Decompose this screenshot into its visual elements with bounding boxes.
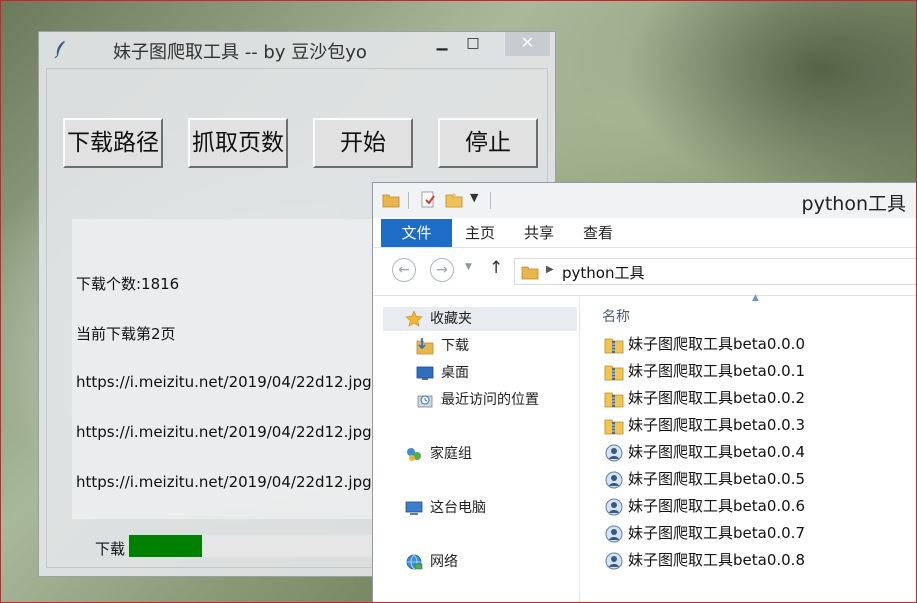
address-bar[interactable]: ▶ python工具 xyxy=(514,258,916,285)
app-icon xyxy=(605,444,623,462)
properties-icon[interactable] xyxy=(419,191,437,209)
downloads-folder-icon xyxy=(416,338,434,355)
fetch-pages-button[interactable]: 抓取页数 xyxy=(188,118,288,168)
folder-zip-icon xyxy=(604,338,624,354)
back-arrow-icon[interactable]: ← xyxy=(392,258,416,282)
tab-file[interactable]: 文件 xyxy=(381,219,452,247)
feather-icon xyxy=(54,41,65,58)
sort-ascending-icon: ▲ xyxy=(752,293,759,303)
app-icon xyxy=(605,498,623,516)
file-name: 妹子图爬取工具beta0.0.2 xyxy=(628,389,805,407)
file-name: 妹子图爬取工具beta0.0.6 xyxy=(628,497,805,515)
ribbon-tabs: 文件 主页 共享 查看 xyxy=(373,219,916,248)
up-arrow-icon[interactable]: ↑ xyxy=(489,258,503,278)
nav-label: 下载 xyxy=(441,338,469,354)
nav-label: 收藏夹 xyxy=(430,311,472,327)
folder-zip-icon xyxy=(604,419,624,435)
customize-toolbar-icon[interactable]: ▼ xyxy=(470,191,478,204)
start-button[interactable]: 开始 xyxy=(313,118,413,168)
app-icon xyxy=(605,471,623,489)
close-button[interactable]: ✕ xyxy=(505,32,550,56)
minimize-button[interactable]: ▁ xyxy=(432,32,452,56)
log-list[interactable]: 下载个数:1816 当前下载第2页 https://i.meizitu.net/… xyxy=(72,219,412,519)
file-name: 妹子图爬取工具beta0.0.7 xyxy=(628,524,805,542)
nav-label: 最近访问的位置 xyxy=(441,392,539,408)
toolbar-divider xyxy=(490,192,491,209)
explorer-titlebar[interactable]: ▼ python工具 xyxy=(373,183,916,218)
nav-label: 桌面 xyxy=(441,365,469,381)
nav-item-favorites[interactable]: 收藏夹 xyxy=(383,307,577,331)
app-icon xyxy=(605,552,623,570)
file-name: 妹子图爬取工具beta0.0.3 xyxy=(628,416,805,434)
computer-icon xyxy=(405,501,423,515)
download-path-button[interactable]: 下载路径 xyxy=(63,118,163,168)
maximize-button[interactable]: □ xyxy=(461,32,485,56)
file-name: 妹子图爬取工具beta0.0.8 xyxy=(628,551,805,569)
tab-home[interactable]: 主页 xyxy=(457,219,503,247)
navigation-pane: 收藏夹 下载 桌面 最近访问的位置 家庭组 这台电脑 网络 xyxy=(373,296,580,602)
star-icon xyxy=(405,310,423,327)
folder-zip-icon xyxy=(604,392,624,408)
explorer-window: ▼ python工具 文件 主页 共享 查看 ← → ▼ ↑ ▶ python工… xyxy=(372,182,917,603)
homegroup-icon xyxy=(407,448,421,461)
nav-label: 网络 xyxy=(430,554,458,570)
address-path[interactable]: python工具 xyxy=(562,262,644,283)
stop-button[interactable]: 停止 xyxy=(438,118,538,168)
download-count-text: 下载个数:1816 xyxy=(76,275,180,293)
desktop-icon xyxy=(416,366,434,380)
crawler-titlebar[interactable]: 妹子图爬取工具 -- by 豆沙包yo ▁ □ ✕ xyxy=(39,32,555,66)
column-header-name[interactable]: 名称 xyxy=(602,306,630,326)
explorer-title: python工具 xyxy=(801,193,906,215)
folder-zip-icon xyxy=(604,365,624,381)
file-name: 妹子图爬取工具beta0.0.1 xyxy=(628,362,805,380)
recent-places-icon xyxy=(417,395,433,408)
file-list: ▲ 名称 妹子图爬取工具beta0.0.0 妹子图爬取工具beta0.0.1 妹子图… xyxy=(580,293,916,602)
progress-label: 下载 xyxy=(95,540,126,558)
toolbar-divider xyxy=(408,192,409,209)
recent-locations-icon[interactable]: ▼ xyxy=(465,262,472,272)
folder-icon[interactable] xyxy=(382,192,400,208)
progress-fill xyxy=(129,535,202,557)
nav-label: 家庭组 xyxy=(430,446,472,462)
crawler-title: 妹子图爬取工具 -- by 豆沙包yo xyxy=(113,42,367,63)
nav-label: 这台电脑 xyxy=(430,500,486,516)
log-url-line: https://i.meizitu.net/2019/04/22d12.jpg xyxy=(76,473,372,491)
tab-view[interactable]: 查看 xyxy=(575,219,621,247)
folder-icon xyxy=(521,266,539,280)
navigation-bar: ← → ▼ ↑ ▶ python工具 xyxy=(373,248,916,296)
current-page-text: 当前下载第2页 xyxy=(76,325,176,343)
log-url-line: https://i.meizitu.net/2019/04/22d12.jpg xyxy=(76,423,372,441)
tab-share[interactable]: 共享 xyxy=(516,219,562,247)
breadcrumb-chevron-icon[interactable]: ▶ xyxy=(546,264,554,275)
new-folder-icon[interactable] xyxy=(445,192,463,208)
file-name: 妹子图爬取工具beta0.0.0 xyxy=(628,335,805,353)
network-icon xyxy=(406,554,423,570)
download-progress-bar xyxy=(129,535,379,557)
file-name: 妹子图爬取工具beta0.0.4 xyxy=(628,443,805,461)
file-name: 妹子图爬取工具beta0.0.5 xyxy=(628,470,805,488)
log-url-line: https://i.meizitu.net/2019/04/22d12.jpg xyxy=(76,373,372,391)
app-icon xyxy=(605,525,623,543)
forward-arrow-icon[interactable]: → xyxy=(430,258,454,282)
